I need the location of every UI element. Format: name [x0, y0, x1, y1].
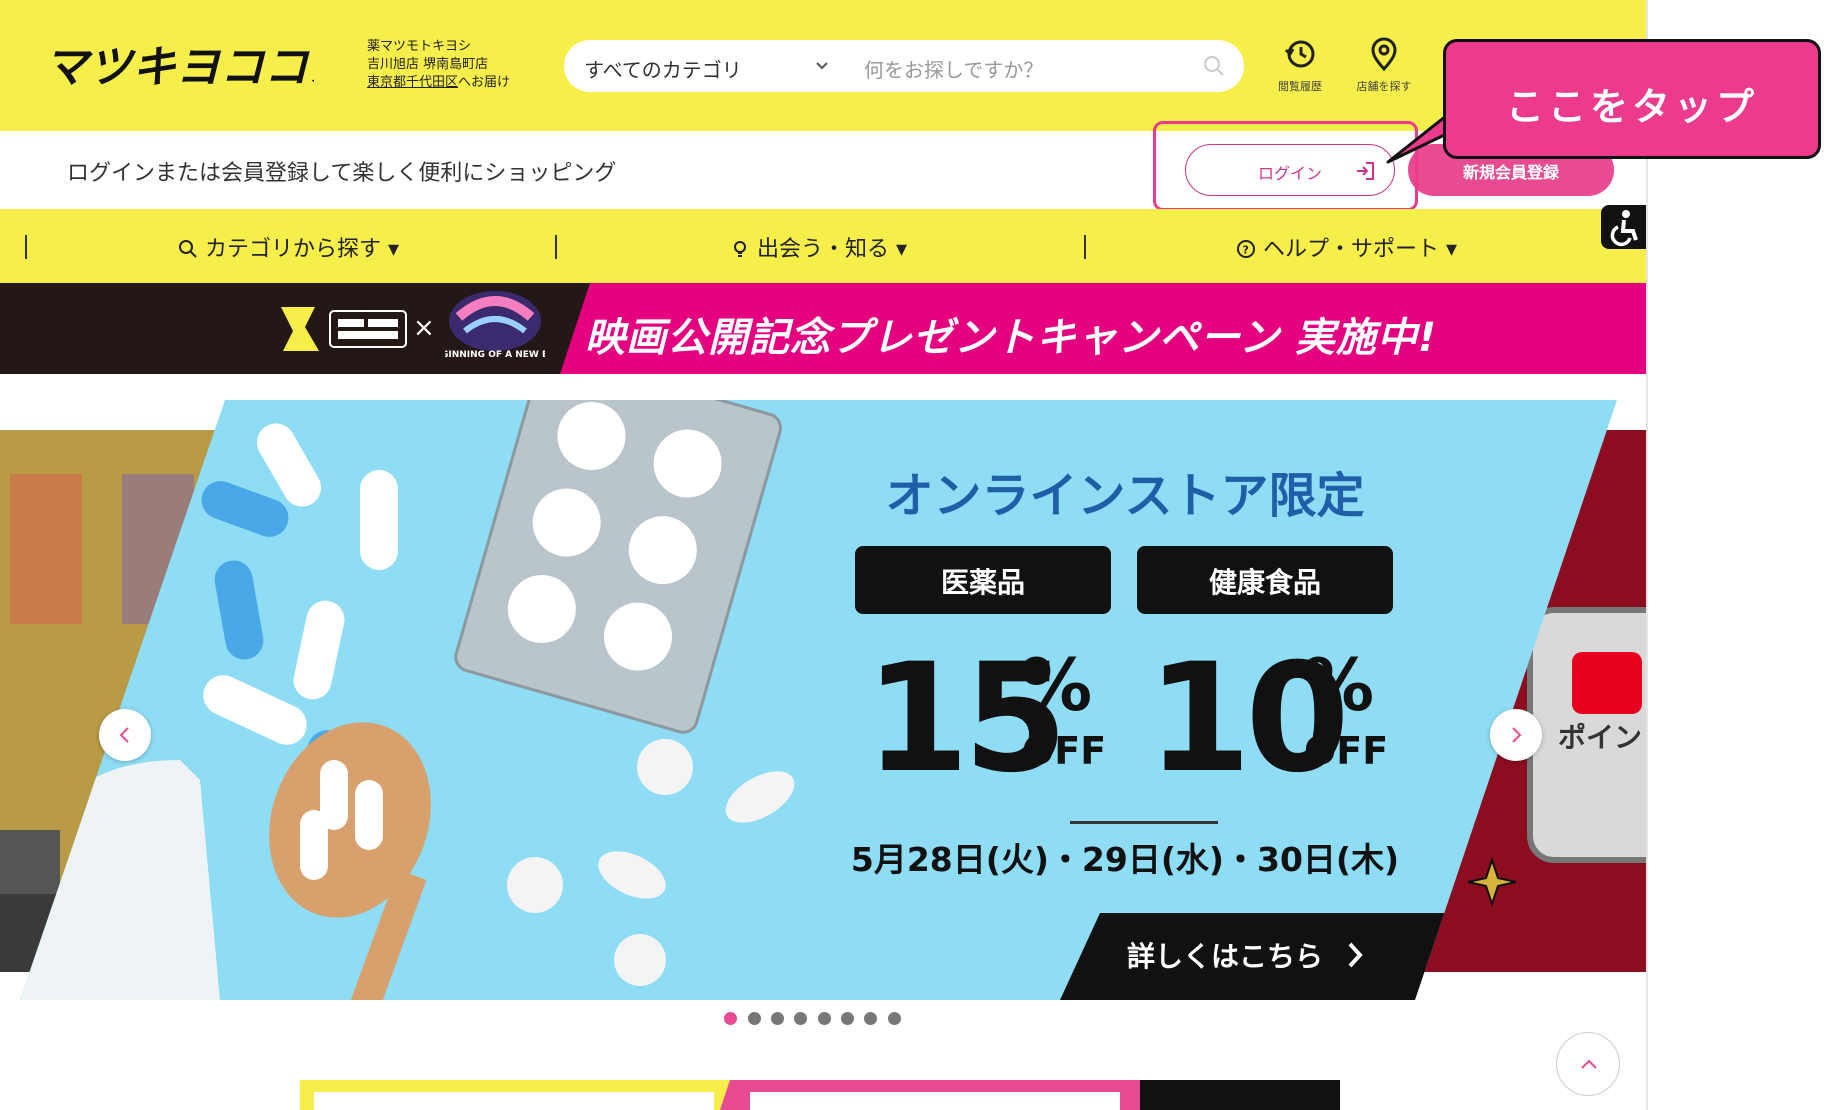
slide-headline: オンラインストア限定 — [885, 468, 1364, 524]
logo-text: マツキヨココカラ — [44, 42, 314, 93]
search-bar: すべてのカテゴリ 何をお探しですか？ — [564, 40, 1244, 92]
help-icon: ? — [1237, 240, 1255, 258]
chevron-left-icon — [119, 727, 129, 743]
back-to-top-button[interactable] — [1556, 1032, 1620, 1096]
discount-food-off: OFF — [1304, 729, 1388, 773]
delivery-location[interactable]: 薬マツモトキヨシ 吉川旭店 堺南島町店 東京都千代田区へお届け — [367, 38, 510, 92]
nav-divider — [555, 235, 557, 259]
history-label: 閲覧履歴 — [1278, 80, 1322, 93]
discount-food-symbol: % — [1302, 643, 1374, 727]
svg-text:?: ? — [1243, 244, 1249, 257]
search-icon — [179, 240, 197, 258]
collab-separator: × — [413, 313, 435, 343]
slide-tag-medicine: 医薬品 — [941, 566, 1025, 599]
site-logo[interactable]: マツキヨココカラ — [44, 30, 314, 98]
hero-carousel: ポイン オンラインストア限定 医薬品 健康食品 15 % OFF 10 % OF… — [0, 400, 1646, 1000]
bulb-icon — [734, 241, 746, 257]
search-icon[interactable] — [1202, 54, 1226, 78]
brand-mark-icon — [281, 307, 319, 351]
carousel-dot[interactable] — [724, 1012, 737, 1025]
carousel-dot[interactable] — [864, 1012, 877, 1025]
store-finder-button[interactable]: 店舗を探す — [1349, 36, 1419, 94]
nav-divider — [1084, 235, 1086, 259]
carousel-dot[interactable] — [841, 1012, 854, 1025]
search-input[interactable]: 何をお探しですか？ — [864, 54, 1043, 83]
promo-banner[interactable]: × BEGINNING OF A NEW ERA 映画公開記念プレゼントキャンペ… — [0, 283, 1646, 374]
nav-item-help-label: ヘルプ・サポート ▾ — [1263, 237, 1458, 262]
main-nav: カテゴリから探す ▾ 出会う・知る ▾ ? ヘルプ・サポート ▾ — [0, 209, 1646, 283]
campaign-dates: 5月28日(火)・29日(水)・30日(木) — [851, 840, 1399, 879]
chevron-down-icon — [816, 62, 828, 70]
promo-logo-icon — [329, 310, 407, 348]
delivery-store-branch: 吉川旭店 堺南島町店 — [367, 57, 489, 72]
accessibility-icon — [1610, 210, 1638, 247]
movie-logo-icon: BEGINNING OF A NEW ERA — [445, 291, 545, 360]
nav-item-discover[interactable]: 出会う・知る ▾ — [730, 231, 907, 263]
promo-banner-text: 映画公開記念プレゼントキャンペーン 実施中! — [585, 315, 1438, 361]
next-section-preview — [300, 1080, 1340, 1110]
carousel-prev-button[interactable] — [99, 709, 151, 761]
tap-here-callout: ここをタップ — [1443, 39, 1821, 159]
viewport-edge — [1646, 0, 1648, 1110]
carousel-dot[interactable] — [748, 1012, 761, 1025]
login-highlight-frame — [1153, 121, 1418, 211]
nav-item-discover-label: 出会う・知る ▾ — [757, 237, 908, 262]
delivery-store: 薬マツモトキヨシ — [367, 39, 472, 54]
nav-item-help[interactable]: ? ヘルプ・サポート ▾ — [1236, 231, 1457, 263]
carousel-slide-active[interactable]: オンラインストア限定 医薬品 健康食品 15 % OFF 10 % OFF 5月… — [20, 400, 1620, 1000]
movie-logo-subtitle: BEGINNING OF A NEW ERA — [445, 350, 545, 360]
history-button[interactable]: 閲覧履歴 — [1265, 36, 1335, 94]
nav-item-category-label: カテゴリから探す ▾ — [205, 237, 400, 262]
history-icon — [1284, 40, 1315, 68]
accessibility-button[interactable] — [1601, 205, 1646, 249]
store-pin-icon — [1371, 37, 1397, 72]
carousel-next-button[interactable] — [1490, 709, 1542, 761]
carousel-dot[interactable] — [888, 1012, 901, 1025]
delivery-address: 東京都千代田区へお届け — [367, 74, 510, 92]
discount-medicine-symbol: % — [1020, 643, 1092, 727]
carousel-dot[interactable] — [818, 1012, 831, 1025]
callout-text: ここをタップ — [1505, 85, 1758, 129]
discount-medicine-off: OFF — [1022, 729, 1106, 773]
delivery-address-suffix: へお届け — [458, 75, 511, 90]
chevron-right-icon — [1512, 727, 1522, 743]
carousel-dot[interactable] — [794, 1012, 807, 1025]
nav-item-category[interactable]: カテゴリから探す ▾ — [178, 231, 399, 263]
search-category-select[interactable]: すべてのカテゴリ — [584, 54, 742, 83]
carousel-dot[interactable] — [771, 1012, 784, 1025]
screenshot-root: マツキヨココカラ 薬マツモトキヨシ 吉川旭店 堺南島町店 東京都千代田区へお届け… — [0, 0, 1824, 1110]
store-finder-label: 店舗を探す — [1356, 80, 1412, 93]
login-prompt-text: ログインまたは会員登録して楽しく便利にショッピング — [67, 161, 617, 186]
slide-tag-health-food: 健康食品 — [1209, 566, 1321, 599]
chevron-up-icon — [1581, 1059, 1597, 1069]
slide-cta: 詳しくはこちら — [1127, 940, 1323, 973]
nav-divider — [25, 235, 27, 259]
delivery-address-link[interactable]: 東京都千代田区 — [367, 75, 458, 90]
